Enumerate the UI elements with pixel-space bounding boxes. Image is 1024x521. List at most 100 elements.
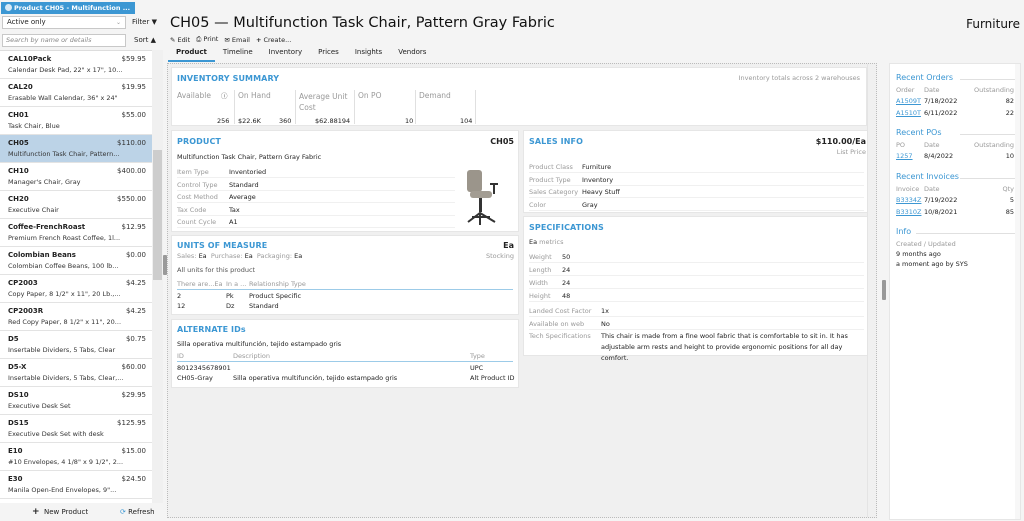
create-button[interactable]: + Create... [256,36,291,44]
scrollbar-thumb[interactable] [153,150,162,280]
new-product-button[interactable]: + New Product [32,506,88,518]
list-item[interactable]: Coffee-FrenchRoast $12.95 Premium French R… [0,219,152,247]
list-item[interactable]: E30 $24.50 Manila Open-End Envelopes, 9"..… [0,471,152,499]
sort-button[interactable]: Sort ▲ [134,35,156,46]
list-item[interactable]: D5-X $60.00 Insertable Dividers, 5 Tabs, C… [0,359,152,387]
product-field-label: Item Type [177,168,209,176]
metrics-unit: Ea [529,238,538,246]
item-price: $400.00 [117,167,146,175]
sales-field-row: Color Gray [529,199,864,211]
list-item[interactable]: CAL20 $19.95 Erasable Wall Calendar, 36" x… [0,79,152,107]
list-item[interactable]: DS15 $125.95 Executive Desk Set with desk [0,415,152,443]
status-filter-select[interactable]: Active only ⌄ [2,16,126,29]
item-description: Premium French Roast Coffee, 1l... [8,234,121,242]
sales-field-value: Heavy Stuff [582,188,620,196]
orders-link[interactable]: A1509T [896,97,921,105]
alt-id-header-line [177,361,513,362]
list-item[interactable]: CAL10Pack $59.95 Calendar Desk Pad, 22" x … [0,51,152,79]
list-item[interactable]: Colombian Beans $0.00 Colombian Coffee Bea… [0,247,152,275]
alt-id-column-header: ID [177,352,184,360]
alternate-ids-card: ALTERNATE IDs Silla operativa multifunci… [171,319,519,388]
document-tab[interactable]: Product CH05 - Multifunction ... [1,2,135,14]
list-scrollbar[interactable] [152,50,163,503]
info-icon[interactable]: ⓘ [221,90,228,100]
item-price: $60.00 [121,363,147,371]
edit-label: Edit [177,35,191,44]
list-item[interactable]: CP2003R $4.25 Red Copy Paper, 8 1/2" x 11"… [0,303,152,331]
tab-insights[interactable]: Insights [347,46,390,62]
sales-field-row: Sales Category Heavy Stuff [529,186,864,198]
list-item[interactable]: CH05 $110.00 Multifunction Task Chair, Pat… [0,135,152,163]
invoices-column-header: Qty [1002,185,1014,193]
alternate-description: Silla operativa multifunción, tejido est… [177,340,342,348]
right-panel-scrollbar[interactable] [1015,64,1020,519]
on-po-label: On PO [358,91,382,100]
invoices-link[interactable]: B3310Z [896,208,921,216]
alt-id-cell: Alt Product ID [470,374,515,382]
pos-cell: 10 [1005,152,1014,160]
edit-button[interactable]: ✎ Edit [170,36,190,44]
funnel-icon: ▼ [151,18,157,26]
item-price: $12.95 [121,223,147,231]
list-item[interactable]: CH20 $550.00 Executive Chair [0,191,152,219]
item-code: Colombian Beans [8,251,76,259]
spec-dimension-value: 48 [562,292,571,300]
item-description: Red Copy Paper, 8 1/2" x 11", 20... [8,318,122,326]
uom-heading: UNITS OF MEASURE [177,241,268,250]
list-item[interactable]: CH01 $55.00 Task Chair, Blue [0,107,152,135]
pos-column-header: Date [924,141,940,149]
email-button[interactable]: ✉ Email [224,36,250,44]
tab-inventory[interactable]: Inventory [261,46,310,62]
product-image [467,170,498,225]
item-price: $4.25 [125,279,146,287]
sales-field-label: Product Type [529,175,571,184]
spec-dimension-value: 50 [562,253,571,261]
info-created: 9 months ago [896,250,941,258]
item-description: Colombian Coffee Beans, 100 lb... [8,262,119,270]
list-price-label: List Price [836,148,866,156]
pos-cell: 8/4/2022 [924,152,954,160]
refresh-button[interactable]: ⟳ Refresh [120,506,155,518]
spec-dimension-label: Height [529,292,551,300]
invoices-link[interactable]: B3334Z [896,196,921,204]
item-price: $4.25 [125,307,146,315]
item-description: Insertable Dividers, 5 Tabs, Clear,... [8,374,124,382]
product-category: Furniture [966,17,1020,31]
specifications-card: SPECIFICATIONS Ea metrics Weight 50 Length… [523,216,871,362]
invoices-column-header: Date [924,185,940,193]
pos-link[interactable]: 1257 [896,152,913,160]
list-item[interactable]: DS10 $29.95 Executive Desk Set [0,387,152,415]
alternate-ids-heading: ALTERNATE IDs [177,325,246,334]
uom-cell: 2 [177,292,182,300]
list-item[interactable]: CH10 $400.00 Manager's Chair, Gray [0,163,152,191]
tab-vendors[interactable]: Vendors [390,46,434,62]
stocking-label: Stocking [485,252,514,260]
metrics-label: metrics [539,238,564,246]
pos-column-header: Outstanding [974,141,1014,149]
sales-field-row: Product Type Inventory [529,174,864,186]
tab-product[interactable]: Product [168,46,215,62]
item-price: $0.75 [125,335,146,343]
spec-dimension-label: Width [529,279,548,287]
tab-prices[interactable]: Prices [310,46,347,62]
search-input[interactable]: Search by name or details [2,34,126,47]
list-item[interactable]: E10 $15.00 #10 Envelopes, 4 1/8" x 9 1/2",… [0,443,152,471]
print-button[interactable]: ⎙ Print [196,35,218,44]
tab-timeline[interactable]: Timeline [215,46,261,62]
main-scrollbar[interactable] [867,64,876,517]
right-splitter[interactable] [882,280,886,300]
orders-link[interactable]: A1510T [896,109,921,117]
item-code: CP2003R [8,307,44,315]
list-item[interactable]: CP2003 $4.25 Copy Paper, 8 1/2" x 11", 20 … [0,275,152,303]
spec-row: Landed Cost Factor 1x [529,305,864,317]
sales-field-label: Product Class [529,163,573,171]
purchase-uom-label: Purchase: [210,252,243,260]
sales-info-heading: SALES INFO [529,137,583,146]
packaging-uom-label: Packaging: [256,252,293,260]
list-item[interactable]: D5 $0.75 Insertable Dividers, 5 Tabs, Clea… [0,331,152,359]
filter-button[interactable]: Filter ▼ [132,17,157,28]
spec-row: Available on web No [529,318,864,330]
invoices-cell: 85 [1005,208,1014,216]
alt-id-column-header: Description [233,352,271,360]
item-description: Copy Paper, 8 1/2" x 11", 20 Lb.,... [8,290,121,298]
